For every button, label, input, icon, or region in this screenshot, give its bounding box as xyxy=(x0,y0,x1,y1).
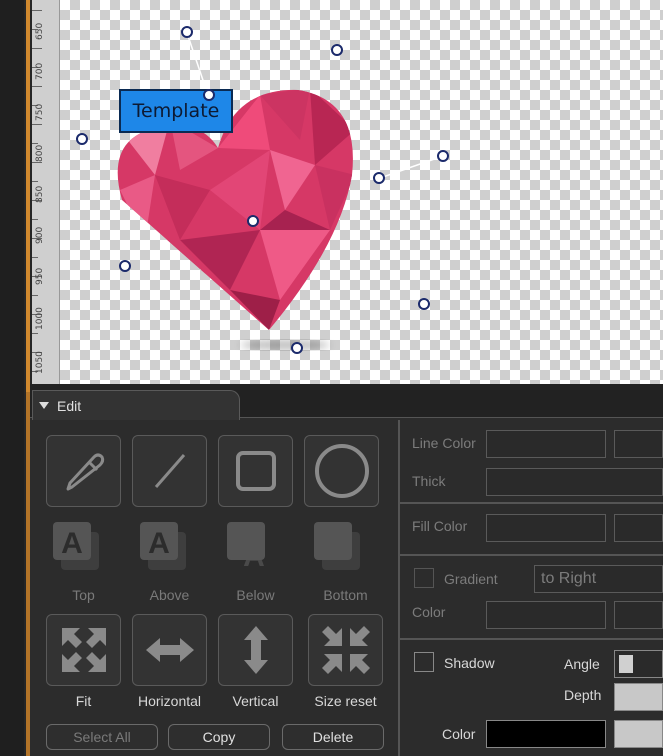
fit-label: Fit xyxy=(75,693,92,709)
gradient-color-field[interactable] xyxy=(486,601,606,629)
properties-divider xyxy=(398,420,400,756)
svg-text:A: A xyxy=(148,527,170,560)
resize-handle-top[interactable] xyxy=(203,89,215,101)
fit-button[interactable] xyxy=(46,614,121,686)
delete-button[interactable]: Delete xyxy=(282,724,384,750)
drawing-canvas[interactable]: Template xyxy=(60,0,663,384)
order-above-label[interactable]: Above xyxy=(122,587,217,603)
order-top-label[interactable]: Top xyxy=(36,587,131,603)
ruler-label: 900 xyxy=(35,226,45,244)
horizontal-arrows-icon xyxy=(145,638,194,662)
accent-bar xyxy=(26,0,30,392)
properties-separator xyxy=(400,502,663,504)
tab-edit[interactable]: Edit xyxy=(32,390,240,420)
rectangle-icon xyxy=(235,451,276,491)
shadow-checkbox[interactable] xyxy=(414,652,434,672)
gradient-color-picker[interactable] xyxy=(614,601,663,629)
bring-to-top-icon: A xyxy=(53,522,99,570)
resize-handle-bottom-right[interactable] xyxy=(418,298,430,310)
ruler-label: 1000 xyxy=(35,307,45,330)
template-text-object[interactable]: Template xyxy=(119,89,233,133)
line-tool-button[interactable] xyxy=(132,435,207,507)
gradient-color-label: Color xyxy=(412,604,446,620)
gradient-direction-select[interactable]: to Right xyxy=(534,565,663,593)
ruler-label: 700 xyxy=(35,62,45,80)
gradient-label: Gradient xyxy=(444,571,498,587)
rectangle-tool-button[interactable] xyxy=(218,435,293,507)
depth-field[interactable] xyxy=(614,683,663,711)
horizontal-label: Horizontal xyxy=(137,693,202,709)
ellipse-tool-button[interactable] xyxy=(304,435,379,507)
circle-icon xyxy=(314,444,369,498)
skew-handle[interactable] xyxy=(437,150,449,162)
resize-handle-left[interactable] xyxy=(76,133,88,145)
line-color-label: Line Color xyxy=(412,435,476,451)
pencil-tool-button[interactable] xyxy=(46,435,121,507)
vertical-ruler: 650 700 750 800 850 900 950 1000 1050 xyxy=(32,0,60,384)
svg-text:A: A xyxy=(61,527,83,560)
ruler-label: 800 xyxy=(35,144,45,162)
gradient-checkbox[interactable] xyxy=(414,568,434,588)
pencil-icon xyxy=(66,453,104,491)
resize-handle-bottom[interactable] xyxy=(291,342,303,354)
shadow-color-field[interactable] xyxy=(486,720,606,748)
ruler-label: 850 xyxy=(35,185,45,203)
shrink-arrows-icon xyxy=(321,626,370,674)
copy-button[interactable]: Copy xyxy=(168,724,270,750)
ruler-label: 950 xyxy=(35,267,45,285)
send-backward-icon: A xyxy=(227,522,265,573)
order-below-label[interactable]: Below xyxy=(208,587,303,603)
vertical-label: Vertical xyxy=(232,693,279,709)
angle-slider-thumb[interactable] xyxy=(619,655,633,673)
fill-color-field[interactable] xyxy=(486,514,606,542)
size-reset-label: Size reset xyxy=(314,693,377,709)
panel-tab-strip: Edit xyxy=(30,384,663,420)
select-all-button[interactable]: Select All xyxy=(46,724,158,750)
center-handle[interactable] xyxy=(247,215,259,227)
depth-label: Depth xyxy=(564,687,602,703)
shadow-color-picker[interactable] xyxy=(614,720,663,748)
rotation-handle[interactable] xyxy=(181,26,193,38)
properties-separator xyxy=(400,554,663,556)
expand-arrows-icon xyxy=(61,628,106,672)
line-icon xyxy=(154,454,185,488)
collapse-triangle-icon[interactable] xyxy=(39,402,49,409)
shadow-color-label: Color xyxy=(442,726,476,742)
size-reset-button[interactable] xyxy=(308,614,383,686)
line-color-picker[interactable] xyxy=(614,430,663,458)
line-color-field[interactable] xyxy=(486,430,606,458)
window-left-frame xyxy=(0,0,24,756)
ruler-label: 750 xyxy=(35,103,45,121)
resize-handle-bottom-left[interactable] xyxy=(119,260,131,272)
ruler-label: 650 xyxy=(35,22,45,40)
properties-separator xyxy=(400,638,663,640)
resize-handle-top-right[interactable] xyxy=(331,44,343,56)
angle-label: Angle xyxy=(564,656,600,672)
shadow-label: Shadow xyxy=(444,655,495,671)
vertical-arrows-icon xyxy=(243,626,268,674)
resize-handle-right[interactable] xyxy=(373,172,385,184)
heart-image[interactable] xyxy=(60,0,663,384)
edit-panel: Edit A A A T xyxy=(30,384,663,756)
send-to-bottom-icon xyxy=(314,522,360,570)
angle-slider[interactable] xyxy=(614,650,663,678)
tab-edit-label: Edit xyxy=(57,397,82,414)
fill-color-label: Fill Color xyxy=(412,518,468,534)
thick-field[interactable] xyxy=(486,468,663,496)
thick-label: Thick xyxy=(412,473,446,489)
ruler-label: 1050 xyxy=(35,351,45,374)
bring-forward-icon: A xyxy=(140,522,186,570)
vertical-button[interactable] xyxy=(218,614,293,686)
fill-color-picker[interactable] xyxy=(614,514,663,542)
horizontal-button[interactable] xyxy=(132,614,207,686)
order-bottom-label[interactable]: Bottom xyxy=(298,587,393,603)
